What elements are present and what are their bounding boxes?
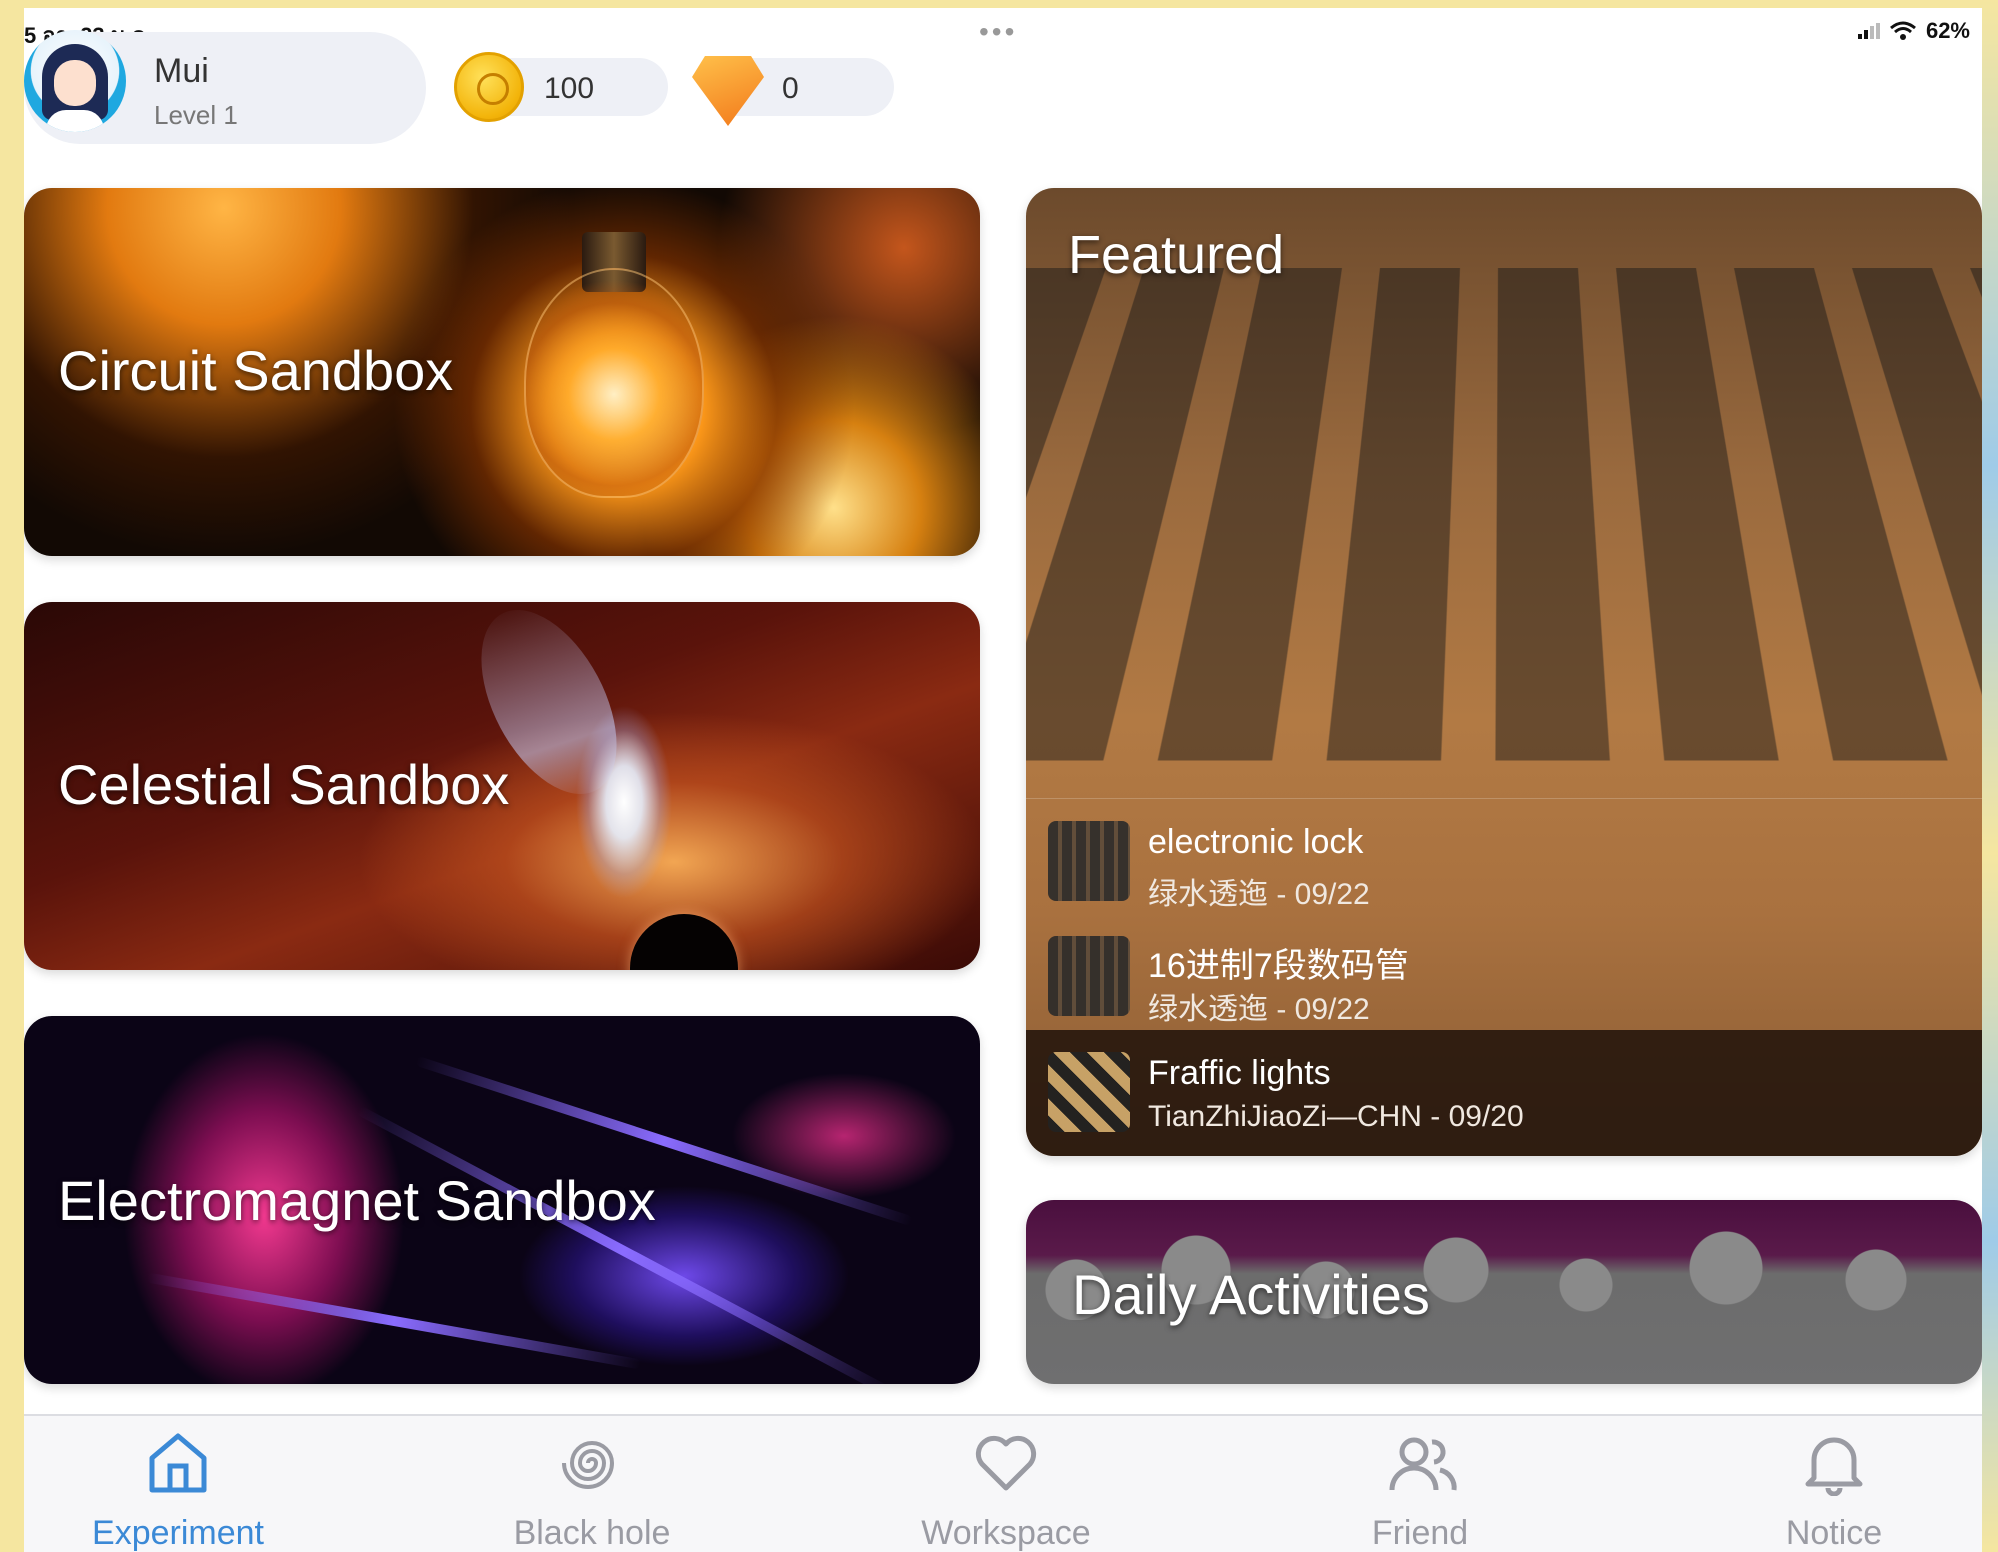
app-screen: 5 อา. 23 ม.ค. ••• 62% Mui Level 1 100 0 … xyxy=(24,8,1982,1552)
background-strip xyxy=(1980,0,1998,1552)
electromagnet-sandbox-card[interactable]: Electromagnet Sandbox xyxy=(24,1016,980,1384)
spiral-icon xyxy=(562,1441,615,1489)
battery-level: 62% xyxy=(1925,18,1970,43)
card-title: Circuit Sandbox xyxy=(58,339,454,402)
breadboard-image xyxy=(1026,268,1982,761)
lightbulb-icon xyxy=(524,268,704,498)
project-thumbnail xyxy=(1048,1052,1130,1132)
gem-count: 0 xyxy=(782,72,799,105)
card-title: Daily Activities xyxy=(1072,1263,1430,1326)
project-thumbnail xyxy=(1048,936,1130,1016)
nav-label: Workspace xyxy=(921,1514,1091,1552)
multitask-dots[interactable]: ••• xyxy=(979,16,1017,48)
daily-activities-card[interactable]: Daily Activities xyxy=(1026,1200,1982,1384)
home-icon xyxy=(149,1433,207,1493)
friends-icon xyxy=(1389,1437,1457,1491)
featured-item-author-date: TianZhiJiaoZi—CHN - 09/20 xyxy=(1148,1100,1524,1133)
project-thumbnail xyxy=(1048,821,1130,901)
coin-count: 100 xyxy=(544,72,595,105)
featured-item[interactable]: Fraffic lights TianZhiJiaoZi—CHN - 09/20 xyxy=(1026,1030,1982,1156)
nav-label: Experiment xyxy=(92,1514,264,1552)
featured-item-title: Fraffic lights xyxy=(1148,1054,1331,1092)
featured-list: electronic lock 绿水透迤 - 09/22 16进制7段数码管 绿… xyxy=(1026,798,1982,1156)
nav-item-friend[interactable]: Friend xyxy=(1300,1416,1540,1552)
nav-item-experiment[interactable]: Experiment xyxy=(58,1416,298,1552)
card-title: Electromagnet Sandbox xyxy=(58,1169,656,1232)
plasma-streak xyxy=(356,1105,892,1384)
nav-label: Notice xyxy=(1785,1514,1883,1552)
nav-item-workspace[interactable]: Workspace xyxy=(886,1416,1126,1552)
wifi-icon xyxy=(1889,21,1916,40)
status-indicators: 62% xyxy=(1857,18,1970,44)
avatar[interactable] xyxy=(24,30,126,132)
featured-item-title: electronic lock xyxy=(1148,823,1364,861)
featured-item-title: 16进制7段数码管 xyxy=(1148,947,1409,985)
card-title: Celestial Sandbox xyxy=(58,753,510,816)
nav-label: Friend xyxy=(1371,1514,1469,1552)
user-name: Mui xyxy=(154,52,209,90)
featured-title: Featured xyxy=(1068,225,1285,285)
nav-label: Black hole xyxy=(513,1514,671,1552)
coin-icon xyxy=(454,52,524,122)
featured-item-author-date: 绿水透迤 - 09/22 xyxy=(1148,878,1370,911)
heart-icon xyxy=(975,1435,1037,1491)
celestial-sandbox-card[interactable]: Celestial Sandbox xyxy=(24,602,980,970)
black-hole-image xyxy=(630,914,738,970)
featured-item[interactable]: electronic lock 绿水透迤 - 09/22 xyxy=(1026,798,1982,914)
featured-card[interactable]: Featured electronic lock 绿水透迤 - 09/22 16… xyxy=(1026,188,1982,1156)
signal-icon xyxy=(1857,23,1880,39)
featured-item[interactable]: 16进制7段数码管 绿水透迤 - 09/22 xyxy=(1026,914,1982,1030)
featured-item-author-date: 绿水透迤 - 09/22 xyxy=(1148,993,1370,1026)
nav-item-black-hole[interactable]: Black hole xyxy=(472,1416,712,1552)
bell-icon xyxy=(1805,1437,1863,1496)
plasma-streak xyxy=(146,1272,642,1370)
user-level: Level 1 xyxy=(154,100,238,130)
bottom-nav: Experiment Black hole Workspace Friend N… xyxy=(24,1414,1982,1552)
circuit-sandbox-card[interactable]: Circuit Sandbox xyxy=(24,188,980,556)
nav-item-notice[interactable]: Notice xyxy=(1714,1416,1954,1552)
